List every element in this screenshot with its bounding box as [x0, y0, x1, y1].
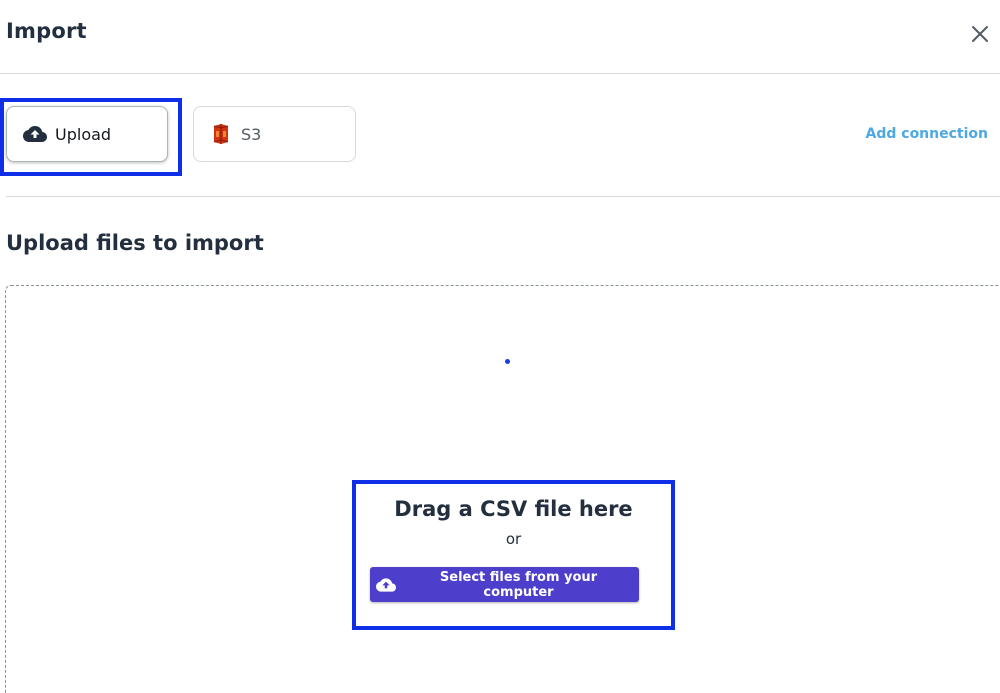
file-drop-zone[interactable] [5, 285, 1000, 693]
or-separator: or [505, 530, 522, 548]
import-dialog: Import Upload S3 Add connection Upload f… [0, 0, 1000, 693]
section-title: Upload files to import [6, 231, 264, 255]
add-connection-link[interactable]: Add connection [866, 126, 988, 142]
select-files-button[interactable]: Select files from your computer [370, 567, 639, 602]
select-files-label: Select files from your computer [439, 569, 598, 600]
section-divider [6, 196, 1000, 197]
source-tab-label: S3 [241, 124, 262, 144]
source-tab-upload[interactable]: Upload [6, 106, 168, 162]
s3-bucket-icon [209, 122, 233, 146]
loading-indicator [505, 359, 510, 364]
cloud-upload-icon [23, 122, 47, 146]
source-tab-label: Upload [55, 124, 112, 144]
dialog-title: Import [6, 19, 87, 43]
close-button[interactable] [968, 22, 992, 46]
source-tab-s3[interactable]: S3 [193, 106, 356, 162]
header-divider [0, 73, 1000, 74]
cloud-upload-icon [376, 575, 396, 595]
close-icon [972, 26, 988, 42]
drag-instruction: Drag a CSV file here [394, 497, 633, 521]
